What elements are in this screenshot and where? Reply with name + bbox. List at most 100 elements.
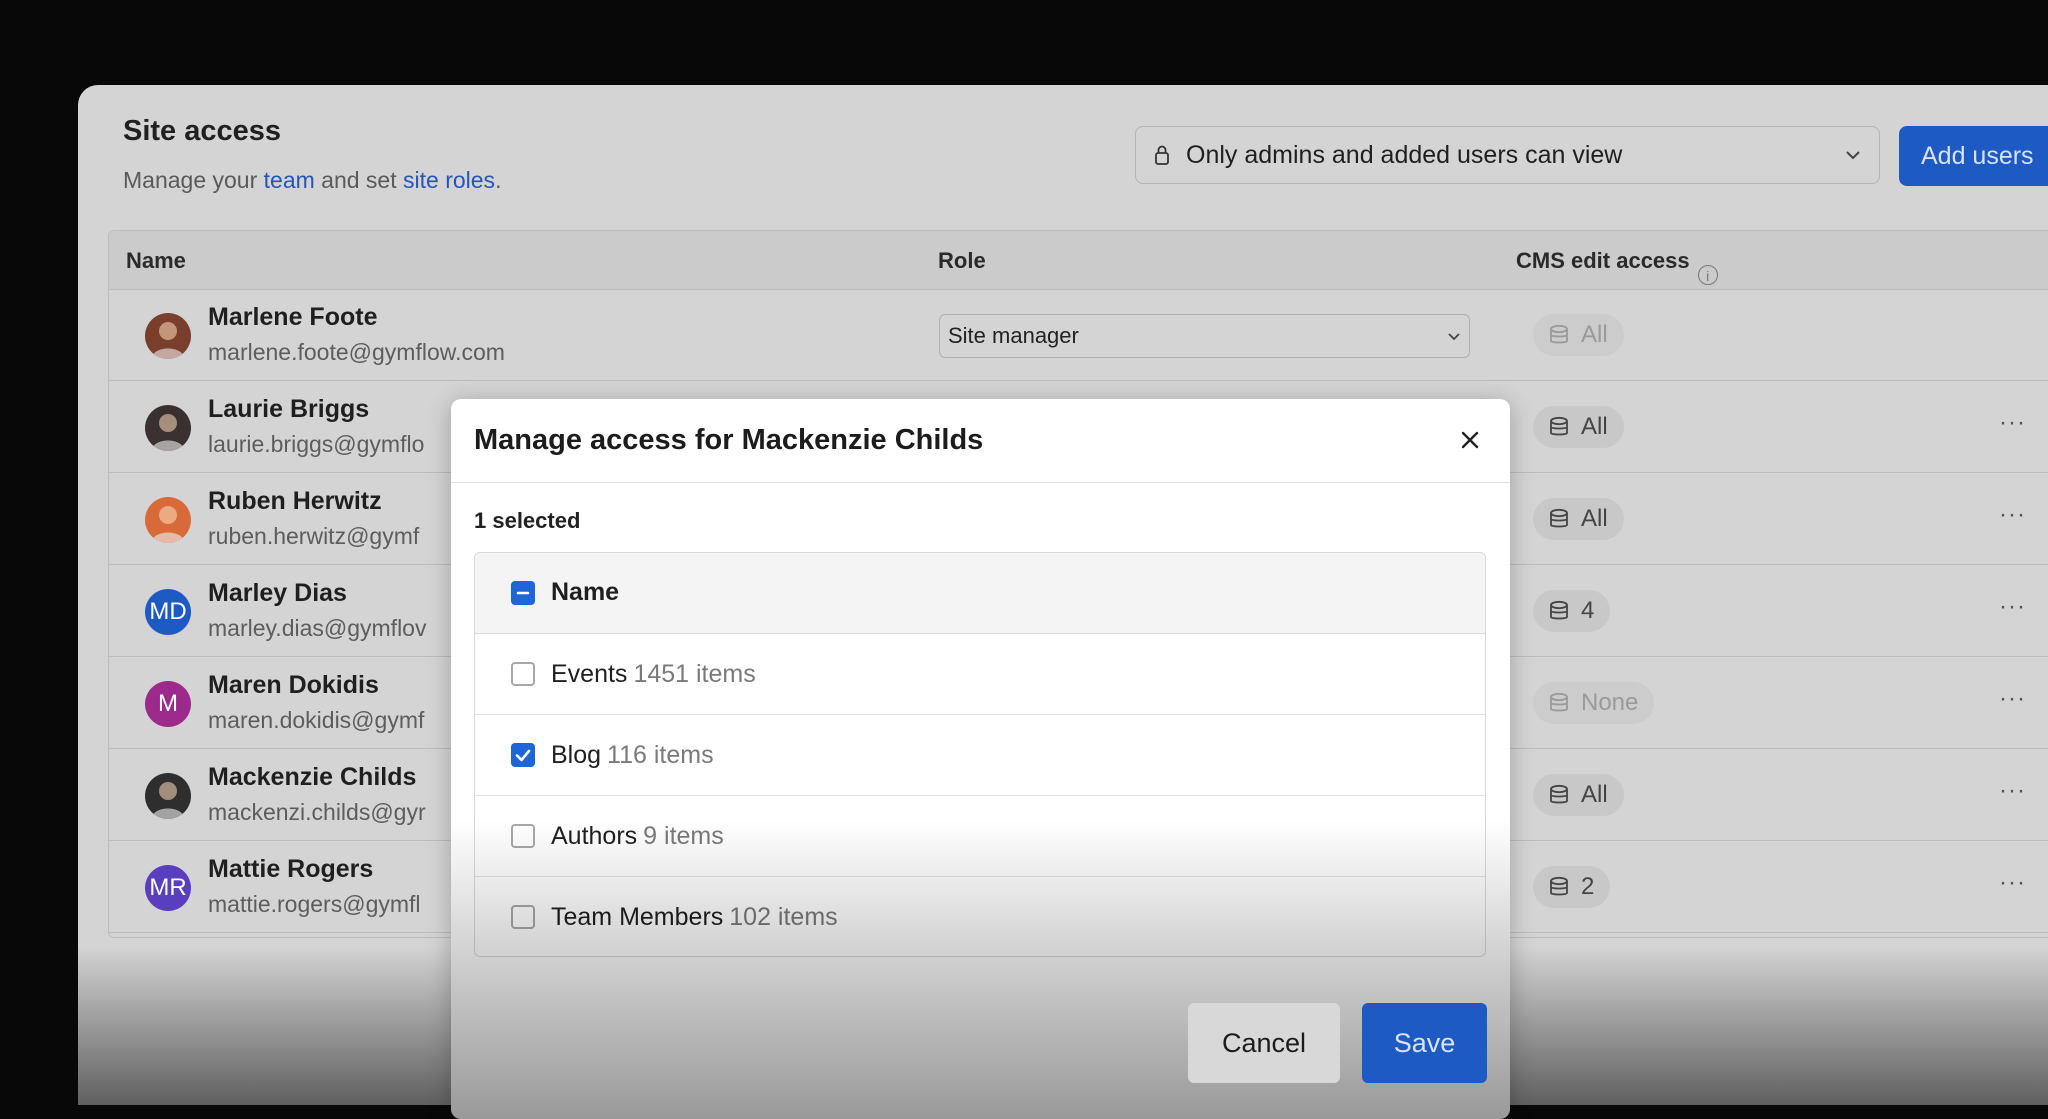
modal-title: Manage access for Mackenzie Childs xyxy=(474,424,984,456)
cms-access-badge[interactable]: 4 xyxy=(1533,590,1611,632)
cms-access-value: None xyxy=(1581,689,1639,716)
cms-access-value: All xyxy=(1581,321,1608,348)
manage-access-modal: Manage access for Mackenzie Childs 1 sel… xyxy=(451,399,1510,1119)
user-email: marley.dias@gymflov xyxy=(208,615,427,641)
collection-label: Blog 116 items xyxy=(551,741,714,770)
cms-access-badge[interactable]: All xyxy=(1533,498,1624,540)
subtitle-text: . xyxy=(495,167,502,193)
avatar xyxy=(145,497,191,543)
avatar xyxy=(145,773,191,819)
collection-count: 9 items xyxy=(643,822,724,850)
user-photo-icon xyxy=(151,506,185,543)
collection-count: 116 items xyxy=(607,741,714,769)
collection-name: Authors xyxy=(551,822,638,850)
cms-access-value: All xyxy=(1581,781,1608,808)
user-email: marlene.foote@gymflow.com xyxy=(208,339,505,365)
modal-header: Manage access for Mackenzie Childs xyxy=(451,399,1510,483)
database-icon xyxy=(1550,784,1568,804)
table-header: Name Role CMS edit access i xyxy=(109,231,2048,290)
cms-access-badge[interactable]: All xyxy=(1533,774,1624,816)
role-value: Site manager xyxy=(948,323,1079,348)
more-options-icon[interactable]: ··· xyxy=(1999,869,2026,897)
collection-row[interactable]: Team Members 102 items xyxy=(475,877,1485,956)
more-options-icon[interactable]: ··· xyxy=(1999,501,2026,529)
visibility-select[interactable]: Only admins and added users can view xyxy=(1135,126,1880,184)
site-roles-link[interactable]: site roles xyxy=(403,167,495,193)
user-photo-icon xyxy=(151,782,185,819)
database-icon xyxy=(1550,416,1568,436)
user-name: Laurie Briggs xyxy=(208,395,370,423)
column-header-name[interactable]: Name xyxy=(126,248,186,274)
chevron-down-icon xyxy=(1846,151,1860,160)
info-icon[interactable]: i xyxy=(1697,265,1718,285)
more-options-icon[interactable]: ··· xyxy=(1999,409,2026,437)
close-icon[interactable] xyxy=(1455,425,1485,455)
visibility-value: Only admins and added users can view xyxy=(1186,140,1623,169)
select-all-checkbox[interactable] xyxy=(511,581,535,605)
cms-access-value: All xyxy=(1581,413,1608,440)
database-icon xyxy=(1550,692,1568,712)
database-icon xyxy=(1550,324,1568,344)
user-photo-icon xyxy=(151,322,185,359)
avatar xyxy=(145,405,191,451)
more-options-icon[interactable]: ··· xyxy=(1999,593,2026,621)
collection-count: 102 items xyxy=(729,903,838,931)
save-button[interactable]: Save xyxy=(1362,1003,1487,1083)
more-options-icon[interactable]: ··· xyxy=(1999,777,2026,805)
collection-name: Team Members xyxy=(551,903,724,931)
indeterminate-icon xyxy=(516,591,530,595)
avatar: MD xyxy=(145,589,191,635)
database-icon xyxy=(1550,600,1568,620)
column-header-role[interactable]: Role xyxy=(938,248,986,274)
collection-checkbox[interactable] xyxy=(511,824,535,848)
cms-header-label: CMS edit access xyxy=(1516,248,1690,273)
lock-icon xyxy=(1155,145,1169,165)
collection-label: Events 1451 items xyxy=(551,660,756,689)
team-link[interactable]: team xyxy=(264,167,315,193)
table-row[interactable]: Marlene Foote marlene.foote@gymflow.com Si… xyxy=(109,289,2048,381)
collection-checkbox[interactable] xyxy=(511,662,535,686)
subtitle-text: Manage your xyxy=(123,167,264,193)
list-header-label: Name xyxy=(551,578,620,606)
collection-name: Events xyxy=(551,660,628,688)
cms-access-value: 2 xyxy=(1581,873,1595,900)
avatar: M xyxy=(145,681,191,727)
collection-name: Blog xyxy=(551,741,602,769)
collection-count: 1451 items xyxy=(633,660,756,688)
collection-row[interactable]: Authors 9 items xyxy=(475,796,1485,877)
user-email: mackenzi.childs@gyr xyxy=(208,799,426,825)
cancel-button[interactable]: Cancel xyxy=(1188,1003,1340,1083)
collection-row[interactable]: Blog 116 items xyxy=(475,715,1485,796)
cms-access-value: 4 xyxy=(1581,597,1595,624)
cms-access-badge[interactable]: All xyxy=(1533,406,1624,448)
column-header-cms: CMS edit access i xyxy=(1516,248,1718,285)
avatar-initials: MD xyxy=(149,598,187,625)
cms-access-value: All xyxy=(1581,505,1608,532)
add-users-button[interactable]: Add users xyxy=(1899,126,2048,186)
page-title: Site access xyxy=(123,115,282,147)
database-icon xyxy=(1550,876,1568,896)
more-options-icon[interactable]: ··· xyxy=(1999,685,2026,713)
cms-access-badge[interactable]: 2 xyxy=(1533,866,1611,908)
user-name: Marley Dias xyxy=(208,579,347,607)
user-name: Ruben Herwitz xyxy=(208,487,382,515)
collection-checkbox[interactable] xyxy=(511,905,535,929)
role-select[interactable]: Site manager xyxy=(939,314,1470,358)
list-header: Name xyxy=(475,553,1485,634)
collection-label: Team Members 102 items xyxy=(551,903,838,932)
avatar: MR xyxy=(145,865,191,911)
page-subtitle: Manage your team and set site roles. xyxy=(123,167,501,194)
avatar-initials: M xyxy=(158,690,178,717)
user-name: Mattie Rogers xyxy=(208,855,374,883)
collection-checkbox[interactable] xyxy=(511,743,535,767)
cms-access-badge: All xyxy=(1533,314,1624,356)
selected-count: 1 selected xyxy=(474,508,581,533)
user-name: Maren Dokidis xyxy=(208,671,379,699)
user-name: Mackenzie Childs xyxy=(208,763,417,791)
subtitle-text: and set xyxy=(314,167,404,193)
checkmark-icon xyxy=(515,749,531,762)
database-icon xyxy=(1550,508,1568,528)
avatar xyxy=(145,313,191,359)
user-photo-icon xyxy=(151,414,185,451)
collection-row[interactable]: Events 1451 items xyxy=(475,634,1485,715)
